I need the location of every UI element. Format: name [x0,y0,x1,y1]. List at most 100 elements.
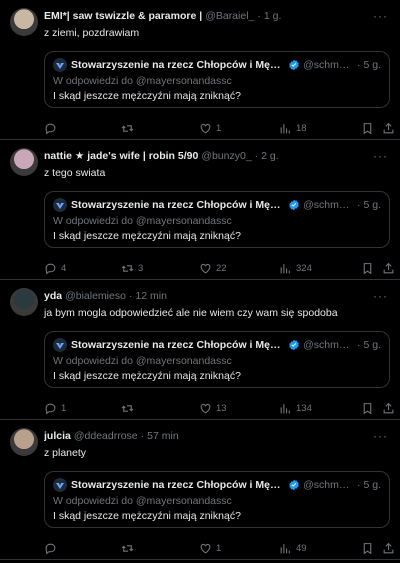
tweet[interactable]: ··· yda @bialemieso · 12 min ja bym mogl… [0,280,400,420]
bookmark-button[interactable] [361,402,374,415]
verified-badge-icon [288,59,300,71]
avatar[interactable] [10,428,38,456]
share-icon [383,542,394,553]
quoted-avatar[interactable] [53,198,67,212]
display-name[interactable]: nattie ★ jade's wife | robin 5/90 [44,150,198,162]
quoted-display-name[interactable]: Stowarzyszenie na rzecz Chłopców i Mężcz… [71,59,285,71]
like-count: 1 [216,542,222,554]
timestamp[interactable]: 2 g. [261,150,279,162]
views-button[interactable]: 18 [279,122,307,135]
views-chart-icon [280,263,290,273]
quoted-user-handle[interactable]: @schmor... [303,59,354,71]
quoted-user-handle[interactable]: @schmor... [303,199,354,211]
retweet-button[interactable] [121,542,138,555]
quoted-display-name[interactable]: Stowarzyszenie na rzecz Chłopców i Mężcz… [71,479,285,491]
share-button[interactable] [382,262,395,275]
quoted-avatar[interactable] [53,58,67,72]
quoted-avatar[interactable] [53,478,67,492]
reply-button[interactable]: 1 [44,402,66,415]
more-options-icon[interactable]: ··· [373,289,388,303]
user-handle[interactable]: @bialemieso [65,290,126,302]
tweet[interactable]: ··· EMI*| saw tswizzle & paramore | @Bar… [0,0,400,140]
retweet-button[interactable] [121,402,138,415]
share-button[interactable] [382,402,395,415]
tweet-header: EMI*| saw tswizzle & paramore | @Baraiel… [44,8,390,24]
quoted-text: I skąd jeszcze mężczyźni mają zniknąć? [53,230,241,242]
bookmark-button[interactable] [361,122,374,135]
heart-icon [200,403,211,413]
views-button[interactable]: 49 [279,542,307,555]
like-button[interactable]: 1 [199,122,221,135]
org-logo-icon [56,63,64,69]
share-icon [383,262,394,273]
like-button[interactable]: 22 [199,262,227,275]
like-count: 22 [216,262,227,274]
bookmark-button[interactable] [361,262,374,275]
quoted-display-name[interactable]: Stowarzyszenie na rzecz Chłopców i Mężcz… [71,199,285,211]
more-options-icon[interactable]: ··· [373,9,388,23]
quoted-timestamp[interactable]: 5 g. [363,339,381,351]
tweet-header: yda @bialemieso · 12 min [44,288,390,304]
reply-count: 1 [61,402,67,414]
quoted-tweet[interactable]: Stowarzyszenie na rzecz Chłopców i Mężcz… [44,471,390,528]
verified-badge-icon [288,479,300,491]
reply-button[interactable] [44,122,61,135]
quoted-user-handle[interactable]: @schmor... [303,479,354,491]
bookmark-icon [363,542,372,554]
reply-icon [45,263,56,274]
retweet-icon [121,404,134,412]
quoted-timestamp[interactable]: 5 g. [363,479,381,491]
quoted-timestamp[interactable]: 5 g. [363,59,381,71]
tweet-text: z planety [44,447,87,459]
reply-context: W odpowiedzi do @mayersonandassc [53,495,232,507]
avatar[interactable] [10,148,38,176]
quoted-tweet[interactable]: Stowarzyszenie na rzecz Chłopców i Mężcz… [44,51,390,108]
tweet[interactable]: ··· nattie ★ jade's wife | robin 5/90 @b… [0,140,400,280]
display-name[interactable]: julcia [44,430,71,442]
reply-count: 4 [61,262,67,274]
quoted-display-name[interactable]: Stowarzyszenie na rzecz Chłopców i Mężcz… [71,339,285,351]
separator-dot: · [140,430,145,442]
share-button[interactable] [382,122,395,135]
bookmark-button[interactable] [361,542,374,555]
org-logo-icon [56,343,64,349]
more-options-icon[interactable]: ··· [373,429,388,443]
user-handle[interactable]: @ddeadrrose [74,430,138,442]
display-name[interactable]: EMI*| saw tswizzle & paramore | [44,10,202,22]
like-count: 13 [216,402,227,414]
like-button[interactable]: 13 [199,402,227,415]
reply-button[interactable] [44,542,61,555]
tweet-actions: 1 13 134 [44,400,394,416]
retweet-button[interactable] [121,122,138,135]
views-button[interactable]: 134 [279,402,312,415]
user-handle[interactable]: @Baraiel_ [205,10,254,22]
timestamp[interactable]: 57 min [147,430,179,442]
retweet-icon [121,264,134,272]
quoted-tweet[interactable]: Stowarzyszenie na rzecz Chłopców i Mężcz… [44,191,390,248]
display-name[interactable]: yda [44,290,62,302]
like-button[interactable]: 1 [199,542,221,555]
quoted-avatar[interactable] [53,338,67,352]
reply-icon [45,543,56,554]
tweet[interactable]: ··· julcia @ddeadrrose · 57 min z planet… [0,420,400,560]
quoted-timestamp[interactable]: 5 g. [363,199,381,211]
separator-dot: · [128,290,133,302]
views-button[interactable]: 324 [279,262,312,275]
timestamp[interactable]: 12 min [135,290,167,302]
view-count: 49 [296,542,307,554]
user-handle[interactable]: @bunzy0_ [201,150,251,162]
quoted-user-handle[interactable]: @schmor... [303,339,354,351]
reply-context: W odpowiedzi do @mayersonandassc [53,75,232,87]
retweet-button[interactable]: 3 [121,262,143,275]
reply-button[interactable]: 4 [44,262,66,275]
share-button[interactable] [382,542,395,555]
avatar[interactable] [10,8,38,36]
avatar[interactable] [10,288,38,316]
more-options-icon[interactable]: ··· [373,149,388,163]
bookmark-icon [363,402,372,414]
quoted-tweet[interactable]: Stowarzyszenie na rzecz Chłopców i Mężcz… [44,331,390,388]
reply-context: W odpowiedzi do @mayersonandassc [53,215,232,227]
timestamp[interactable]: 1 g. [264,10,282,22]
views-chart-icon [280,543,290,553]
retweet-count: 3 [138,262,144,274]
